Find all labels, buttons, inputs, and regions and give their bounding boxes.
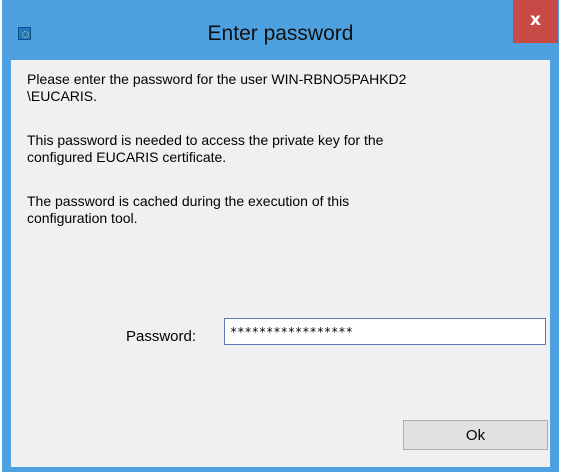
cache-info-text: The password is cached during the execut…	[27, 193, 350, 226]
password-dialog: Enter password x Please enter the passwo…	[2, 0, 559, 472]
password-label: Password:	[126, 328, 197, 345]
app-icon	[18, 27, 31, 40]
user-prompt-text: Please enter the password for the user W…	[27, 71, 407, 104]
dialog-body: Please enter the password for the user W…	[11, 60, 550, 467]
close-button[interactable]: x	[513, 0, 558, 43]
password-input[interactable]	[224, 318, 546, 345]
window-title: Enter password	[207, 22, 354, 45]
title-bar[interactable]: Enter password x	[2, 0, 559, 60]
private-key-info-text: This password is needed to access the pr…	[27, 132, 384, 165]
ok-button[interactable]: Ok	[403, 420, 548, 450]
